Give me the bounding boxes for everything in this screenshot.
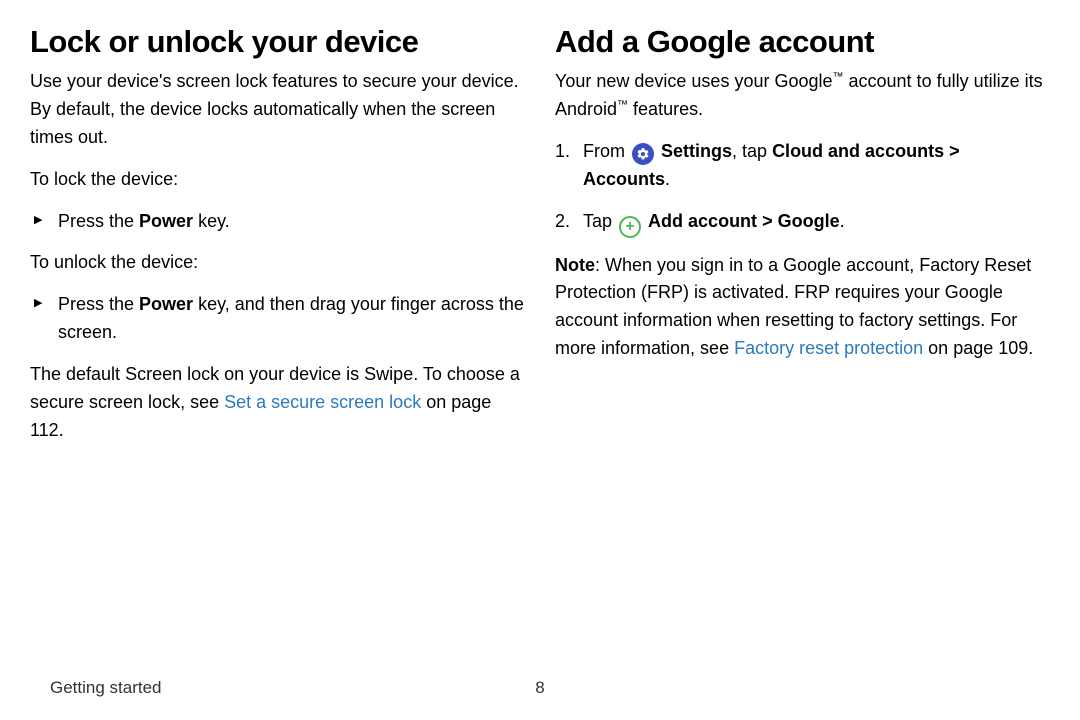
step-2: 2. Tap + Add account > Google.	[583, 208, 1050, 238]
power-key-bold: Power	[139, 294, 193, 314]
note-text: Note: When you sign in to a Google accou…	[555, 252, 1050, 364]
unlock-bullet-list: Press the Power key, and then drag your …	[30, 291, 525, 347]
link-factory-reset-protection[interactable]: Factory reset protection	[734, 338, 923, 358]
outro-text: The default Screen lock on your device i…	[30, 361, 525, 445]
step-1: 1. From Settings, tap Cloud and accounts…	[583, 138, 1050, 194]
left-column: Lock or unlock your device Use your devi…	[30, 24, 525, 459]
text: .	[665, 169, 670, 189]
plus-icon: +	[619, 216, 641, 238]
text: .	[840, 211, 845, 231]
settings-icon	[632, 143, 654, 165]
text: key.	[193, 211, 230, 231]
heading-lock-unlock: Lock or unlock your device	[30, 24, 525, 60]
text: Press the	[58, 211, 139, 231]
trademark-symbol: ™	[617, 99, 628, 111]
page-footer: Getting started 8	[0, 678, 1080, 698]
note-label: Note	[555, 255, 595, 275]
text: Tap	[583, 211, 617, 231]
text: Your new device uses your Google	[555, 71, 833, 91]
unlock-bullet-item: Press the Power key, and then drag your …	[58, 291, 525, 347]
heading-add-google-account: Add a Google account	[555, 24, 1050, 60]
settings-bold: Settings	[661, 141, 732, 161]
accounts-bold: Accounts	[583, 169, 665, 189]
lock-bullet-item: Press the Power key.	[58, 208, 525, 236]
text: features.	[628, 99, 703, 119]
add-account-bold: Add account	[648, 211, 757, 231]
lock-label: To lock the device:	[30, 166, 525, 194]
footer-section-name: Getting started	[50, 678, 162, 698]
intro-text: Use your device's screen lock features t…	[30, 68, 525, 152]
right-column: Add a Google account Your new device use…	[555, 24, 1050, 459]
google-bold: Google	[778, 211, 840, 231]
steps-list: 1. From Settings, tap Cloud and accounts…	[555, 138, 1050, 238]
link-set-secure-screen-lock[interactable]: Set a secure screen lock	[224, 392, 421, 412]
separator: >	[944, 141, 960, 161]
trademark-symbol: ™	[833, 71, 844, 83]
text: on page 109.	[923, 338, 1033, 358]
cloud-accounts-bold: Cloud and accounts	[772, 141, 944, 161]
step-number: 2.	[555, 208, 570, 236]
footer-page-number: 8	[535, 678, 544, 698]
unlock-label: To unlock the device:	[30, 249, 525, 277]
lock-bullet-list: Press the Power key.	[30, 208, 525, 236]
step-number: 1.	[555, 138, 570, 166]
text: , tap	[732, 141, 772, 161]
power-key-bold: Power	[139, 211, 193, 231]
text: Press the	[58, 294, 139, 314]
separator: >	[757, 211, 778, 231]
google-intro: Your new device uses your Google™ accoun…	[555, 68, 1050, 124]
text: From	[583, 141, 630, 161]
